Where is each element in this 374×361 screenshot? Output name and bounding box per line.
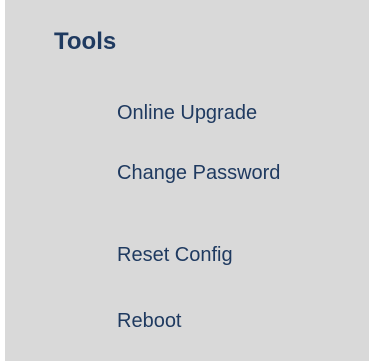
menu-section-title: Tools <box>54 28 117 55</box>
menu-item-change-password[interactable]: Change Password <box>117 160 280 186</box>
menu-item-online-upgrade[interactable]: Online Upgrade <box>117 100 257 126</box>
menu-item-reboot[interactable]: Reboot <box>117 308 182 334</box>
menu-item-reset-config[interactable]: Reset Config <box>117 242 233 268</box>
tools-menu-panel: Tools Online Upgrade Change Password Res… <box>5 0 369 361</box>
